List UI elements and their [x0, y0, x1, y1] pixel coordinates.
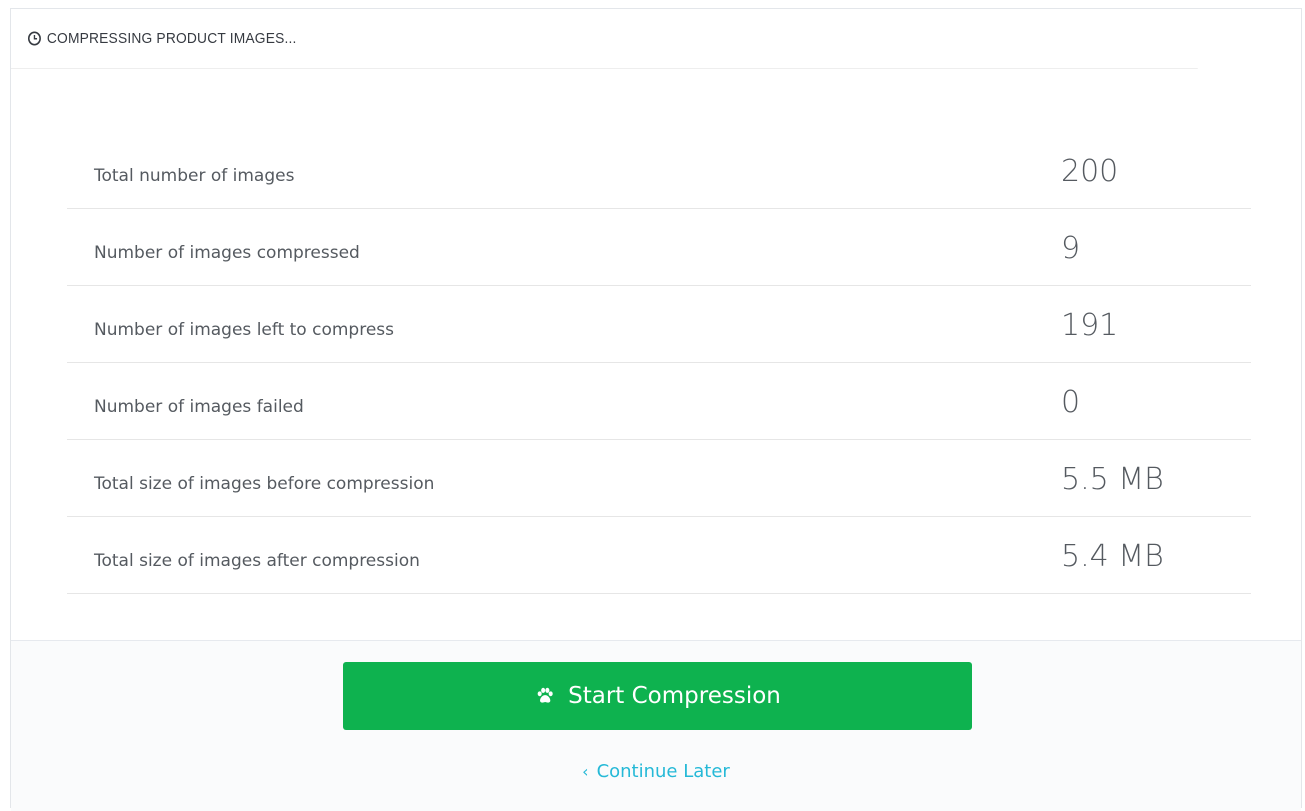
panel-body: Total number of images 200 Number of ima…: [11, 70, 1301, 640]
start-compression-button[interactable]: Start Compression: [343, 662, 972, 730]
stat-value: 5.5 MB: [1061, 462, 1164, 497]
stat-row-compressed: Number of images compressed 9: [67, 209, 1251, 286]
paw-icon: [534, 685, 556, 707]
stat-label: Total size of images before compression: [94, 474, 435, 494]
stat-value: 191: [1061, 308, 1119, 343]
stat-label: Number of images compressed: [94, 243, 360, 263]
chevron-left-icon: ‹: [582, 762, 589, 781]
stat-row-total: Total number of images 200: [67, 132, 1251, 209]
panel-title: COMPRESSING PRODUCT IMAGES...: [46, 30, 297, 47]
stats-table: Total number of images 200 Number of ima…: [67, 132, 1251, 594]
start-compression-label: Start Compression: [568, 683, 781, 709]
stat-row-failed: Number of images failed 0: [67, 363, 1251, 440]
stat-value: 200: [1061, 154, 1119, 189]
stat-row-size-before: Total size of images before compression …: [67, 440, 1251, 517]
stat-row-size-after: Total size of images after compression 5…: [67, 517, 1251, 594]
stat-label: Total number of images: [94, 166, 295, 186]
continue-later-link[interactable]: ‹ Continue Later: [11, 761, 1301, 782]
panel-footer: Start Compression ‹ Continue Later: [11, 640, 1301, 811]
compression-panel: COMPRESSING PRODUCT IMAGES... Total numb…: [10, 8, 1302, 811]
stat-label: Number of images failed: [94, 397, 304, 417]
stat-value: 0: [1061, 385, 1081, 420]
stat-label: Number of images left to compress: [94, 320, 394, 340]
continue-later-label: Continue Later: [596, 761, 730, 782]
stat-value: 5.4 MB: [1061, 539, 1164, 574]
panel-heading: COMPRESSING PRODUCT IMAGES...: [11, 9, 1198, 69]
stat-row-left: Number of images left to compress 191: [67, 286, 1251, 363]
stat-label: Total size of images after compression: [94, 551, 420, 571]
stat-value: 9: [1061, 231, 1081, 266]
clock-icon: [27, 31, 42, 46]
